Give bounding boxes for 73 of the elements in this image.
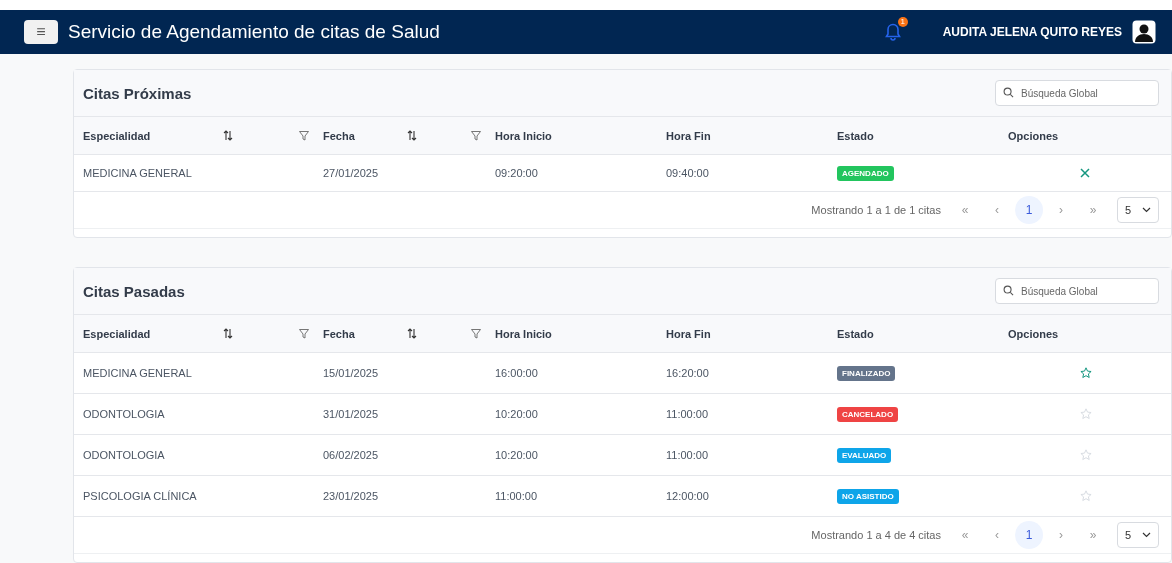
first-page-button[interactable]: « xyxy=(951,521,979,549)
page-size-dropdown[interactable]: 5 xyxy=(1117,522,1159,548)
table-cell: 11:00:00 xyxy=(666,408,708,420)
column-header: Estado xyxy=(837,327,874,340)
menu-button[interactable]: ≡ xyxy=(24,20,58,44)
user-name[interactable]: AUDITA JELENA QUITO REYES xyxy=(942,25,1122,39)
search-field[interactable]: Búsqueda Global xyxy=(995,80,1159,106)
table-cell: ODONTOLOGIA xyxy=(83,449,165,461)
table-cell: MEDICINA GENERAL xyxy=(83,367,192,379)
next-page-button[interactable]: › xyxy=(1047,196,1075,224)
last-page-button[interactable]: » xyxy=(1079,196,1107,224)
filter-icon[interactable] xyxy=(299,328,309,339)
table-cell: 31/01/2025 xyxy=(323,408,379,420)
page-button[interactable]: 1 xyxy=(1015,196,1043,224)
search-field[interactable]: Búsqueda Global xyxy=(995,278,1159,304)
card-title: Citas Pasadas xyxy=(83,282,185,300)
last-page-button[interactable]: » xyxy=(1079,521,1107,549)
status-badge: FINALIZADO xyxy=(837,365,896,381)
column-header: Especialidad xyxy=(83,129,151,142)
page-size-dropdown[interactable]: 5 xyxy=(1117,197,1159,223)
table-cell: 11:00:00 xyxy=(666,449,708,461)
star-icon[interactable] xyxy=(1080,367,1092,379)
table-cell: ODONTOLOGIA xyxy=(83,408,165,420)
column-header: Hora Fin xyxy=(666,327,711,340)
chevron-down-icon xyxy=(1142,532,1151,538)
sort-icon[interactable] xyxy=(223,328,233,339)
card-title: Citas Próximas xyxy=(83,84,192,102)
pagination-summary: Mostrando 1 a 1 de 1 citas xyxy=(811,204,941,216)
sort-icon[interactable] xyxy=(223,130,233,141)
column-header: Opciones xyxy=(1008,327,1059,340)
table-cell: 27/01/2025 xyxy=(323,167,379,179)
previous-page-button[interactable]: ‹ xyxy=(983,521,1011,549)
table-cell: 15/01/2025 xyxy=(323,367,379,379)
pagination-summary: Mostrando 1 a 4 de 4 citas xyxy=(811,529,941,541)
column-header: Estado xyxy=(837,129,874,142)
filter-icon[interactable] xyxy=(471,328,481,339)
close-icon[interactable] xyxy=(1080,168,1090,178)
page-button[interactable]: 1 xyxy=(1015,521,1043,549)
chevron-down-icon xyxy=(1142,207,1151,213)
status-badge: CANCELADO xyxy=(837,406,899,422)
table-cell: 12:00:00 xyxy=(666,490,709,502)
table-cell: 10:20:00 xyxy=(495,449,538,461)
column-header: Opciones xyxy=(1008,129,1059,142)
table-cell: PSICOLOGIA CLÍNICA xyxy=(83,490,197,502)
previous-page-button[interactable]: ‹ xyxy=(983,196,1011,224)
table-cell: 06/02/2025 xyxy=(323,449,379,461)
filter-icon[interactable] xyxy=(299,130,309,141)
table-cell: 16:00:00 xyxy=(495,367,538,379)
filter-icon[interactable] xyxy=(471,130,481,141)
table-cell: 16:20:00 xyxy=(666,367,709,379)
user-avatar-icon[interactable] xyxy=(1132,20,1156,44)
table-cell: 11:00:00 xyxy=(495,490,537,502)
status-badge: EVALUADO xyxy=(837,447,892,463)
app-title: Servicio de Agendamiento de citas de Salud xyxy=(68,21,440,43)
column-header: Hora Inicio xyxy=(495,327,552,340)
table-cell: 09:40:00 xyxy=(666,167,709,179)
notification-count: 1 xyxy=(897,17,908,27)
sort-icon[interactable] xyxy=(407,328,417,339)
status-badge: AGENDADO xyxy=(837,165,894,181)
column-header: Fecha xyxy=(323,327,355,340)
table-cell: 10:20:00 xyxy=(495,408,538,420)
column-header: Fecha xyxy=(323,129,355,142)
column-header: Hora Inicio xyxy=(495,129,552,142)
sort-icon[interactable] xyxy=(407,130,417,141)
table-cell: MEDICINA GENERAL xyxy=(83,167,192,179)
bell-icon[interactable] xyxy=(884,23,901,41)
table-cell: 23/01/2025 xyxy=(323,490,379,502)
status-badge: NO ASISTIDO xyxy=(837,488,899,504)
column-header: Especialidad xyxy=(83,327,151,340)
column-header: Hora Fin xyxy=(666,129,711,142)
table-cell: 09:20:00 xyxy=(495,167,538,179)
next-page-button[interactable]: › xyxy=(1047,521,1075,549)
first-page-button[interactable]: « xyxy=(951,196,979,224)
